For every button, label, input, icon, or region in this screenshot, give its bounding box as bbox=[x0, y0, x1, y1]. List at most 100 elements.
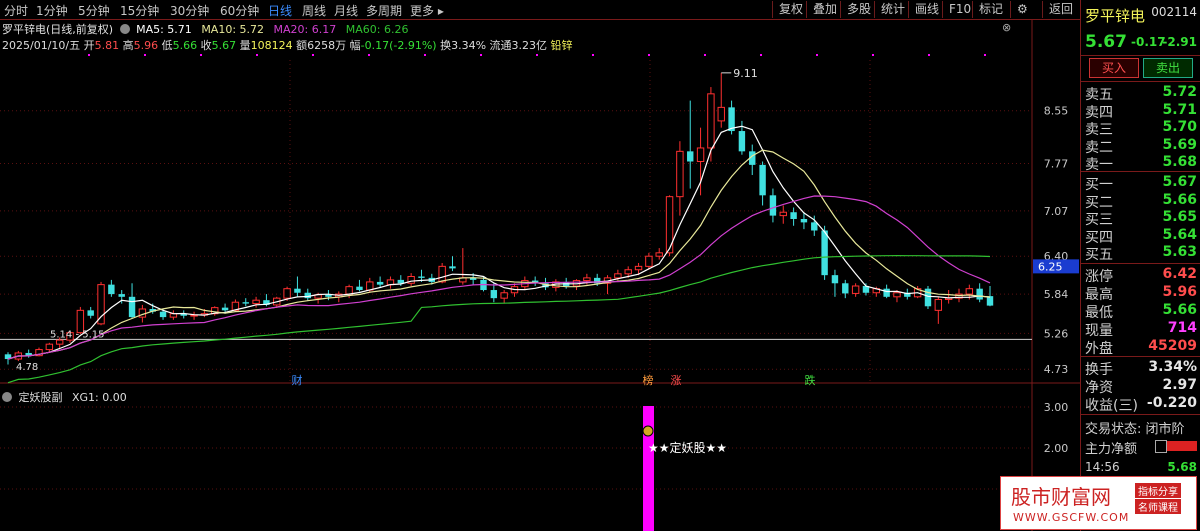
stat2-row: 换手 3.34% bbox=[1085, 359, 1197, 378]
candle-body bbox=[676, 150, 684, 198]
candle-body bbox=[583, 277, 591, 282]
candle-body bbox=[811, 222, 818, 231]
candle-body bbox=[325, 294, 332, 297]
price-pct: -2.91 bbox=[1162, 35, 1197, 49]
ma10-line bbox=[7, 149, 991, 360]
candle-body bbox=[45, 343, 54, 351]
stock-name: 罗平锌电 bbox=[1085, 7, 1146, 25]
quote-sidebar: 罗平锌电 002114 5.67 -0.17 -2.91 买入 卖出 卖五 5.7… bbox=[1080, 0, 1200, 531]
ask-row: 卖三 5.70 bbox=[1085, 119, 1197, 138]
ma60-line bbox=[7, 254, 991, 384]
buy-button[interactable]: 买入 bbox=[1089, 58, 1139, 78]
stat2-value: 2.97 bbox=[1162, 377, 1197, 393]
bid-value: 5.64 bbox=[1162, 226, 1197, 243]
divider bbox=[1081, 263, 1200, 264]
candle-body bbox=[356, 286, 363, 291]
candle-body bbox=[842, 283, 849, 294]
signal-dot bbox=[704, 54, 706, 56]
candle-body bbox=[418, 276, 425, 278]
ask-value: 5.70 bbox=[1162, 119, 1197, 135]
stat-row: 外盘 45209 bbox=[1085, 338, 1197, 357]
ma20-line bbox=[7, 195, 991, 360]
candle-body bbox=[634, 265, 643, 271]
signal-dot bbox=[984, 54, 986, 56]
stat-value: 45209 bbox=[1148, 338, 1197, 354]
candlestick-chart[interactable]: 8.557.777.076.405.845.264.739.114.785.14… bbox=[0, 0, 1080, 531]
price-line: 5.67 -0.17 -2.91 bbox=[1085, 32, 1197, 54]
candle-body bbox=[614, 273, 622, 279]
max-price-label: 9.11 bbox=[733, 67, 758, 80]
candle-body bbox=[655, 252, 663, 257]
candle-body bbox=[851, 285, 860, 294]
candle-body bbox=[790, 212, 797, 219]
candle-body bbox=[717, 106, 725, 122]
candle-body bbox=[759, 164, 766, 196]
candle-body bbox=[800, 219, 808, 223]
bid-value: 5.63 bbox=[1162, 244, 1197, 260]
indicator-header: 定妖股副 XG1: 0.00 bbox=[2, 389, 127, 405]
candle-body bbox=[934, 299, 943, 311]
candle-body bbox=[304, 292, 311, 299]
signal-bar bbox=[643, 406, 654, 531]
price-change: -0.17 bbox=[1131, 35, 1166, 49]
stat-value: 714 bbox=[1167, 320, 1197, 336]
stat2-label: 收益(三) bbox=[1085, 398, 1138, 414]
main-net-row[interactable]: 主力净额 bbox=[1085, 438, 1197, 457]
signal-dot bbox=[368, 54, 370, 56]
candle-body bbox=[242, 302, 249, 304]
bid-row: 买四 5.64 bbox=[1085, 226, 1197, 246]
candle-body bbox=[707, 93, 715, 149]
price-tick: 7.77 bbox=[1044, 158, 1069, 171]
stat-value: 5.96 bbox=[1162, 284, 1197, 300]
indicator-tick: 3.00 bbox=[1044, 401, 1069, 414]
candle-body bbox=[283, 288, 291, 299]
stock-code: 002114 bbox=[1151, 5, 1197, 19]
stat2-label: 净资 bbox=[1085, 380, 1113, 396]
candle-body bbox=[821, 230, 828, 276]
watermark-url: WWW.GSCFW.COM bbox=[1013, 511, 1130, 524]
candle-body bbox=[500, 292, 508, 299]
divider bbox=[1081, 171, 1200, 172]
candle-body bbox=[449, 266, 456, 269]
candle-body bbox=[55, 339, 64, 345]
signal-dot bbox=[872, 54, 874, 56]
xg1-value: XG1: 0.00 bbox=[72, 391, 127, 404]
candle-body bbox=[696, 147, 705, 162]
signal-dot bbox=[312, 54, 314, 56]
tick-time: 14:56 bbox=[1085, 460, 1120, 474]
candle-body bbox=[252, 299, 260, 305]
stat-label: 涨停 bbox=[1085, 269, 1113, 285]
bid-value: 5.66 bbox=[1162, 191, 1197, 208]
signal-dot bbox=[536, 54, 538, 56]
sell-button[interactable]: 卖出 bbox=[1143, 58, 1193, 78]
candle-body bbox=[376, 281, 384, 285]
money-bag-icon bbox=[642, 425, 654, 437]
watermark-logo: 股市财富网 指标分享 名师课程 WWW.GSCFW.COM bbox=[1000, 476, 1197, 530]
stat-label: 现量 bbox=[1085, 323, 1113, 339]
signal-dot bbox=[256, 54, 258, 56]
candle-body bbox=[294, 288, 301, 293]
candle-body bbox=[769, 195, 777, 216]
signal-dot bbox=[928, 54, 930, 56]
bid-value: 5.65 bbox=[1162, 209, 1197, 225]
signal-dot bbox=[424, 54, 426, 56]
stock-header: 罗平锌电 002114 bbox=[1085, 5, 1197, 27]
ask-value: 5.68 bbox=[1162, 154, 1197, 170]
signal-label: ★★定妖股★★ bbox=[648, 440, 727, 455]
bid-row: 买三 5.65 bbox=[1085, 209, 1197, 228]
tick-price: 5.68 bbox=[1167, 460, 1197, 474]
signal-dot bbox=[88, 54, 90, 56]
menu-icon[interactable] bbox=[1155, 440, 1167, 453]
ask-value: 5.71 bbox=[1162, 101, 1197, 118]
bid-value: 5.67 bbox=[1162, 174, 1197, 190]
signal-dot bbox=[648, 54, 650, 56]
candle-body bbox=[986, 296, 994, 306]
candle-body bbox=[490, 290, 498, 299]
price-tick: 8.55 bbox=[1044, 105, 1069, 118]
signal-dot bbox=[592, 54, 594, 56]
indicator-collapse-icon[interactable] bbox=[2, 392, 12, 402]
candle-body bbox=[624, 269, 632, 275]
signal-dot bbox=[200, 54, 202, 56]
divider bbox=[1081, 81, 1200, 82]
candle-body bbox=[883, 288, 890, 297]
